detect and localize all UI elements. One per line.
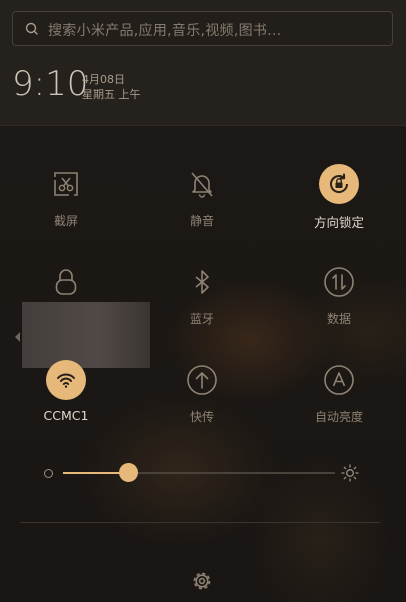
toggle-wifi[interactable]: CCMC1 — [16, 360, 116, 440]
brightness-high-icon — [341, 464, 359, 482]
toggle-label: CCMC1 — [43, 408, 89, 423]
toggle-data[interactable]: 数据 — [289, 262, 389, 342]
obscured-region — [22, 302, 150, 368]
upload-icon — [187, 365, 217, 395]
search-icon — [25, 22, 38, 35]
search-bar[interactable]: 搜索小米产品,应用,音乐,视频,图书... — [12, 11, 393, 46]
brightness-low-icon — [44, 469, 53, 478]
auto-brightness-icon — [324, 365, 354, 395]
search-input[interactable]: 搜索小米产品,应用,音乐,视频,图书... — [48, 20, 281, 40]
weekday-text: 星期五 上午 — [82, 88, 141, 101]
toggle-transfer[interactable]: 快传 — [152, 360, 252, 440]
toggle-label: 数据 — [326, 312, 351, 326]
date-block: 4月08日 星期五 上午 — [82, 72, 141, 102]
toggle-label: 快传 — [189, 410, 214, 424]
wifi-icon — [57, 373, 75, 388]
toggle-rotation-lock[interactable]: 方向锁定 — [289, 164, 389, 244]
active-circle — [319, 164, 359, 204]
data-icon — [324, 267, 354, 297]
toggle-label: 蓝牙 — [189, 312, 214, 326]
settings-gear-icon[interactable] — [189, 568, 215, 594]
active-circle — [46, 360, 86, 400]
brightness-thumb[interactable] — [118, 463, 138, 482]
top-panel: 搜索小米产品,应用,音乐,视频,图书... 9:10 4月08日 星期五 上午 — [0, 0, 406, 126]
lock-icon — [55, 269, 77, 295]
rotation-lock-icon — [330, 173, 349, 193]
toggle-label: 自动亮度 — [314, 410, 363, 424]
toggle-label: 静音 — [189, 214, 214, 228]
divider — [20, 522, 380, 523]
toggle-bluetooth[interactable]: 蓝牙 — [152, 262, 252, 342]
bell-off-icon — [191, 172, 213, 198]
date-text: 4月08日 — [82, 73, 125, 86]
toggle-label: 截屏 — [53, 214, 78, 228]
screenshot-icon — [54, 172, 78, 196]
toggle-auto-brightness[interactable]: 自动亮度 — [289, 360, 389, 440]
clock: 9:10 — [12, 64, 89, 104]
chevron-left-icon — [15, 332, 20, 342]
toggle-screenshot[interactable]: 截屏 — [16, 164, 116, 244]
toggle-mute[interactable]: 静音 — [152, 164, 252, 244]
toggle-label: 方向锁定 — [313, 215, 364, 230]
bluetooth-icon — [195, 270, 209, 294]
